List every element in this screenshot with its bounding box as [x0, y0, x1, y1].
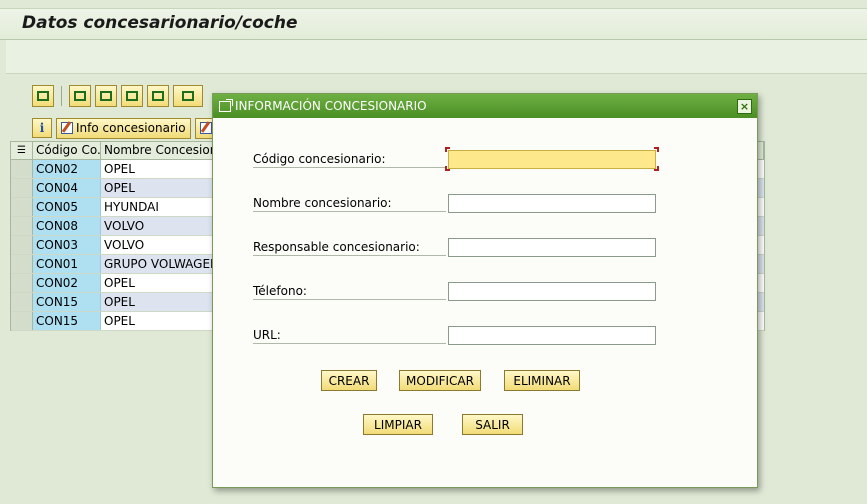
- cell-code[interactable]: CON01: [33, 255, 101, 273]
- dialog-title-bar[interactable]: INFORMACIÓN CONCESIONARIO: [213, 94, 757, 118]
- crear-button[interactable]: CREAR: [321, 370, 377, 391]
- modificar-button[interactable]: MODIFICAR: [399, 370, 481, 391]
- row-selector[interactable]: [11, 312, 33, 330]
- cell-code[interactable]: CON02: [33, 160, 101, 178]
- sort-ascending-icon[interactable]: [69, 85, 91, 107]
- alv-toolbar: [8, 82, 228, 110]
- cell-code[interactable]: CON05: [33, 198, 101, 216]
- close-icon[interactable]: ×: [737, 99, 752, 114]
- nombre-concesionario-label: Nombre concesionario:: [253, 196, 446, 212]
- column-header-code[interactable]: Código Co...: [33, 142, 101, 159]
- cell-code[interactable]: CON15: [33, 293, 101, 311]
- row-selector[interactable]: [11, 217, 33, 235]
- focus-corner-mark: [445, 147, 450, 152]
- focus-corner-mark: [654, 147, 659, 152]
- find-next-icon[interactable]: [147, 85, 169, 107]
- limpiar-button[interactable]: LIMPIAR: [363, 414, 433, 435]
- nombre-concesionario-input[interactable]: [448, 194, 656, 213]
- codigo-concesionario-label: Código concesionario:: [253, 152, 446, 168]
- focus-corner-mark: [445, 166, 450, 171]
- row-selector[interactable]: [11, 236, 33, 254]
- window-export-icon: [219, 98, 233, 112]
- info-concesionario-button[interactable]: Info concesionario: [56, 117, 191, 139]
- edit-icon: [61, 122, 73, 134]
- window-title-bar: Datos concesarionario/coche: [0, 8, 867, 40]
- application-toolbar: i Info concesionario I: [32, 116, 224, 140]
- row-selector[interactable]: [11, 198, 33, 216]
- sort-descending-icon[interactable]: [95, 85, 117, 107]
- row-selector[interactable]: [11, 179, 33, 197]
- find-icon[interactable]: [121, 85, 143, 107]
- toolbar-separator: [61, 86, 62, 106]
- menu-strip: [6, 40, 867, 74]
- row-selector[interactable]: [11, 255, 33, 273]
- edit-icon: [199, 122, 212, 134]
- cell-code[interactable]: CON08: [33, 217, 101, 235]
- details-icon[interactable]: [32, 85, 54, 107]
- focus-corner-mark: [654, 166, 659, 171]
- responsable-concesionario-input[interactable]: [448, 238, 656, 257]
- url-input[interactable]: [448, 326, 656, 345]
- row-selector[interactable]: [11, 293, 33, 311]
- cell-code[interactable]: CON03: [33, 236, 101, 254]
- row-selector[interactable]: [11, 160, 33, 178]
- dealer-info-dialog: INFORMACIÓN CONCESIONARIO × Código conce…: [212, 93, 758, 488]
- row-selector[interactable]: [11, 274, 33, 292]
- cell-code[interactable]: CON04: [33, 179, 101, 197]
- responsable-concesionario-label: Responsable concesionario:: [253, 240, 446, 256]
- layout-icon[interactable]: ☰: [11, 142, 33, 159]
- window-title: Datos concesarionario/coche: [22, 13, 298, 33]
- cell-code[interactable]: CON02: [33, 274, 101, 292]
- url-label: URL:: [253, 328, 446, 344]
- info-concesionario-label: Info concesionario: [76, 121, 186, 135]
- eliminar-button[interactable]: ELIMINAR: [504, 370, 580, 391]
- salir-button[interactable]: SALIR: [462, 414, 523, 435]
- cell-code[interactable]: CON15: [33, 312, 101, 330]
- dialog-title: INFORMACIÓN CONCESIONARIO: [235, 99, 427, 113]
- codigo-concesionario-input[interactable]: [448, 150, 656, 169]
- info-icon[interactable]: i: [32, 118, 52, 138]
- telefono-label: Télefono:: [253, 284, 446, 300]
- telefono-input[interactable]: [448, 282, 656, 301]
- filter-icon[interactable]: [173, 85, 203, 107]
